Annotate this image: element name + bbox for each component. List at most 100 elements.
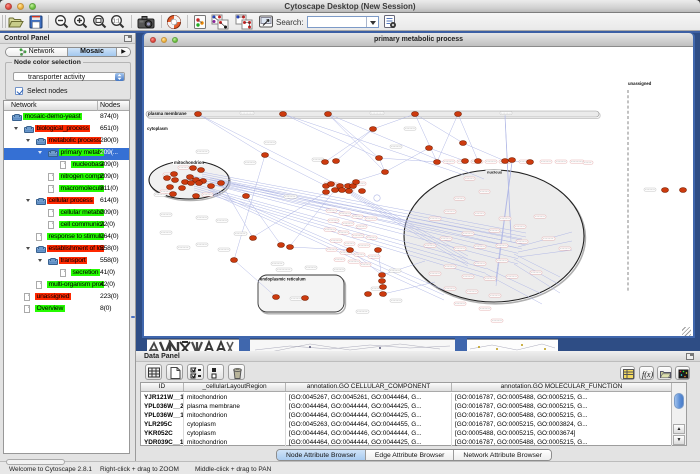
network-node[interactable] — [198, 168, 205, 173]
tree-row-transport[interactable]: transport558(0) — [4, 256, 129, 268]
expand-triangle[interactable] — [38, 151, 42, 156]
table-cell[interactable]: YKR052C — [141, 429, 184, 438]
table-cell[interactable]: [GO:0016787, GO:0005488, GO:0005215, G..… — [452, 411, 672, 420]
network-node[interactable] — [179, 186, 186, 191]
expand-triangle[interactable] — [38, 259, 42, 264]
network-node[interactable] — [346, 189, 353, 194]
table-cell[interactable]: YPL036W__1 — [141, 411, 184, 420]
table-cell[interactable]: [GO:0044464, GO:0044444, GO:0044425, G..… — [286, 402, 452, 411]
network-node[interactable] — [262, 153, 269, 158]
tab-edge-attribute-browser[interactable]: Edge Attribute Browser — [366, 450, 455, 460]
zoom-selected-icon[interactable]: 1:1 — [110, 14, 125, 30]
network-node[interactable] — [382, 170, 389, 175]
tree-row-cell-communication[interactable]: cell communication22(0) — [4, 220, 129, 232]
table-cell[interactable]: mitochondrion — [184, 438, 286, 447]
attribute-select-button[interactable] — [145, 364, 162, 380]
tree-row-secretion[interactable]: secretion41(0) — [4, 268, 129, 280]
network-node[interactable] — [302, 296, 309, 301]
import-attributes-button[interactable] — [657, 366, 672, 380]
network-node[interactable] — [680, 188, 687, 193]
network-node[interactable] — [218, 181, 225, 186]
table-cell[interactable]: YLR295C — [141, 420, 184, 429]
network-node[interactable] — [187, 175, 194, 180]
network-node[interactable] — [172, 178, 179, 183]
table-cell[interactable]: [GO:0045267, GO:0045261, GO:0044464, G..… — [286, 393, 452, 402]
expand-triangle[interactable] — [26, 247, 30, 252]
copy-network-style-icon[interactable] — [235, 14, 254, 30]
network-node[interactable] — [375, 248, 382, 253]
network-node[interactable] — [502, 159, 509, 164]
column-header[interactable]: annotation.GO CELLULAR_COMPONENT — [286, 383, 452, 391]
tab-overflow-arrow[interactable]: ▶ — [117, 48, 130, 56]
snapshot-icon[interactable] — [137, 14, 156, 30]
network-node[interactable] — [380, 285, 387, 290]
network-node[interactable] — [376, 156, 383, 161]
network-node[interactable] — [380, 292, 387, 297]
tab-mosaic[interactable]: Mosaic — [68, 48, 117, 56]
tree-row-cellular-process[interactable]: cellular process614(0) — [4, 196, 129, 208]
network-canvas[interactable]: plasma membranecytoplasmmitochondrionend… — [144, 47, 693, 336]
table-cell[interactable]: [GO:0044464, GO:0044444, GO:0044425, G..… — [286, 438, 452, 447]
data-panel-float-icon[interactable] — [686, 353, 694, 360]
table-cell[interactable]: YJR121W__1 — [141, 393, 184, 402]
open-file-icon[interactable] — [7, 14, 24, 30]
tree-row-cellular-metabolic[interactable]: cellular metabolic209(0) — [4, 208, 129, 220]
network-node[interactable] — [171, 172, 178, 177]
tree-row-establishment-of-loc[interactable]: establishment of loc558(0) — [4, 244, 129, 256]
search-dropdown-arrow[interactable] — [366, 17, 378, 27]
network-node[interactable] — [359, 189, 366, 194]
network-node[interactable] — [662, 188, 669, 193]
network-node[interactable] — [462, 159, 469, 164]
table-cell[interactable]: YDR039C__1 — [141, 438, 184, 447]
search-options-icon[interactable] — [383, 14, 398, 30]
scroll-down-arrow[interactable]: ▼ — [673, 435, 685, 445]
table-cell[interactable]: [GO:0016787, GO:0005215, GO:0003824, G..… — [452, 420, 672, 429]
vizmapper-icon[interactable] — [193, 14, 207, 30]
matrix-view-button[interactable] — [675, 366, 690, 380]
network-node[interactable] — [250, 236, 257, 241]
create-attribute-button[interactable] — [166, 364, 183, 380]
table-row[interactable]: YDR039C__1mitochondrion[GO:0044464, GO:0… — [141, 438, 672, 447]
network-node[interactable] — [170, 192, 177, 197]
resize-grip[interactable] — [682, 327, 691, 336]
network-node[interactable] — [379, 273, 386, 278]
expand-triangle[interactable] — [26, 139, 30, 144]
network-node[interactable] — [426, 146, 433, 151]
network-node[interactable] — [231, 258, 238, 263]
help-icon[interactable] — [166, 14, 182, 30]
network-node[interactable] — [243, 194, 250, 199]
attribute-checklist-button[interactable] — [187, 364, 204, 380]
network-node[interactable] — [325, 112, 332, 117]
network-node[interactable] — [287, 245, 294, 250]
table-row[interactable]: YPL036W__1mitochondrion[GO:0044464, GO:0… — [141, 411, 672, 420]
network-node[interactable] — [365, 292, 372, 297]
attribute-batch-button[interactable] — [620, 366, 635, 380]
zoom-out-icon[interactable] — [54, 14, 69, 30]
network-node[interactable] — [190, 166, 197, 171]
network-node[interactable] — [333, 159, 340, 164]
tab-network-attribute-browser[interactable]: Network Attribute Browser — [454, 450, 551, 460]
table-cell[interactable]: cytoplasm — [184, 420, 286, 429]
network-node[interactable] — [347, 248, 354, 253]
network-node[interactable] — [332, 188, 339, 193]
search-input[interactable] — [307, 16, 379, 28]
network-node[interactable] — [353, 180, 360, 185]
table-cell[interactable]: [GO:0044464, GO:0044446, GO:0044444, G..… — [286, 429, 452, 438]
network-node[interactable] — [167, 185, 174, 190]
tree-row-overview[interactable]: Overview8(0) — [4, 304, 129, 316]
network-node[interactable] — [379, 279, 386, 284]
network-node[interactable] — [322, 160, 329, 165]
tree-row-metabolic-process[interactable]: metabolic process280(0) — [4, 136, 129, 148]
table-cell[interactable]: mitochondrion — [184, 393, 286, 402]
scrollbar-thumb[interactable] — [674, 393, 684, 409]
network-node[interactable] — [323, 190, 330, 195]
delete-attribute-button[interactable] — [228, 364, 245, 380]
tree-row-unassigned[interactable]: unassigned223(0) — [4, 292, 129, 304]
network-node[interactable] — [370, 127, 377, 132]
network-manager-icon[interactable] — [258, 14, 274, 30]
network-node[interactable] — [278, 243, 285, 248]
expand-triangle[interactable] — [14, 127, 18, 132]
tree-row-mosaic-demo-yeast[interactable]: mosaic-demo-yeast874(0) — [4, 112, 129, 124]
network-view-window[interactable]: primary metabolic process plasma membran… — [142, 33, 695, 338]
network-node[interactable] — [434, 160, 441, 165]
